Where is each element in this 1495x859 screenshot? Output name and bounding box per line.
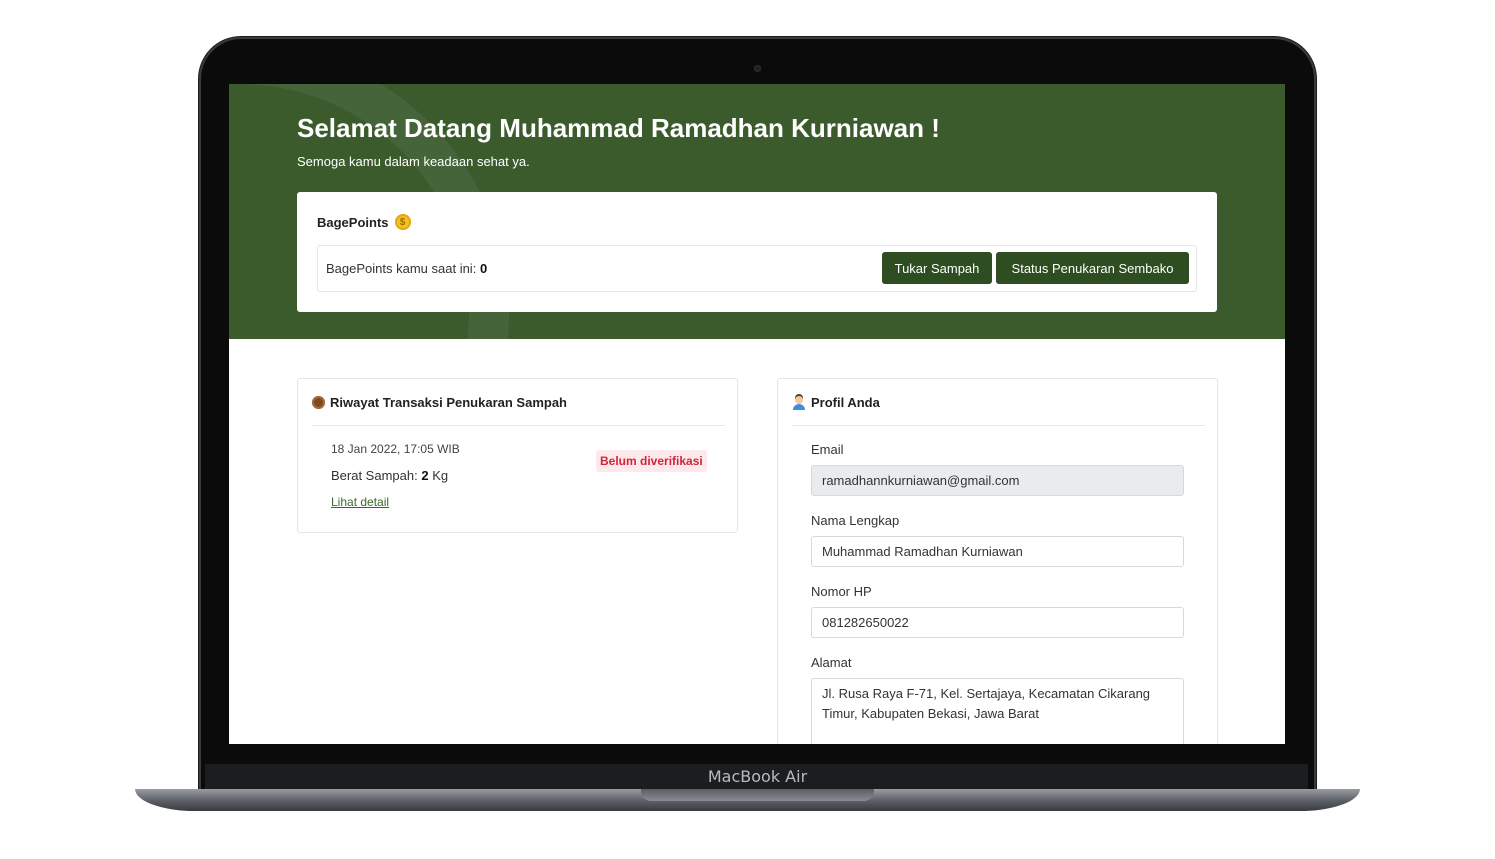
lihat-detail-link[interactable]: Lihat detail [331, 495, 389, 509]
profil-heading: Profil Anda [792, 395, 880, 410]
device-label: MacBook Air [707, 767, 808, 786]
weight-label: Berat Sampah: [331, 468, 418, 483]
divider [792, 425, 1205, 426]
points-balance: BagePoints kamu saat ini: 0 [326, 261, 487, 276]
profil-title: Profil Anda [811, 395, 880, 410]
riwayat-title: Riwayat Transaksi Penukaran Sampah [330, 395, 567, 410]
status-penukaran-button[interactable]: Status Penukaran Sembako [996, 252, 1189, 284]
page-subtitle: Semoga kamu dalam keadaan sehat ya. [297, 154, 530, 169]
status-badge: Belum diverifikasi [596, 450, 707, 472]
hero-banner: Selamat Datang Muhammad Ramadhan Kurniaw… [229, 84, 1285, 339]
email-field[interactable]: ramadhannkurniawan@gmail.com [811, 465, 1184, 496]
clock-icon [312, 396, 325, 409]
points-heading: BagePoints $ [317, 214, 411, 230]
coin-icon: $ [394, 214, 411, 230]
transaction-date: 18 Jan 2022, 17:05 WIB [331, 442, 460, 456]
email-label: Email [811, 442, 844, 457]
divider [312, 425, 725, 426]
profil-card: Profil Anda Email ramadhannkurniawan@gma… [777, 378, 1218, 744]
weight-unit: Kg [432, 468, 449, 483]
points-card: BagePoints $ BagePoints kamu saat ini: 0… [297, 192, 1217, 312]
riwayat-heading: Riwayat Transaksi Penukaran Sampah [312, 395, 567, 410]
laptop-notch [641, 789, 874, 801]
page-title: Selamat Datang Muhammad Ramadhan Kurniaw… [297, 113, 940, 143]
phone-label: Nomor HP [811, 584, 872, 599]
screen: Selamat Datang Muhammad Ramadhan Kurniaw… [229, 84, 1285, 744]
name-field[interactable]: Muhammad Ramadhan Kurniawan [811, 536, 1184, 567]
phone-field[interactable]: 081282650022 [811, 607, 1184, 638]
webcam-icon [754, 65, 761, 72]
riwayat-card: Riwayat Transaksi Penukaran Sampah 18 Ja… [297, 378, 738, 533]
address-field[interactable]: Jl. Rusa Raya F-71, Kel. Sertajaya, Keca… [811, 678, 1184, 744]
address-label: Alamat [811, 655, 852, 670]
points-label: BagePoints kamu saat ini: [326, 261, 477, 276]
person-icon [792, 395, 806, 410]
transaction-weight: Berat Sampah: 2 Kg [331, 468, 448, 483]
weight-value: 2 [421, 468, 429, 483]
points-value: 0 [479, 261, 488, 276]
points-row: BagePoints kamu saat ini: 0 Tukar Sampah… [317, 245, 1197, 292]
tukar-sampah-button[interactable]: Tukar Sampah [882, 252, 992, 284]
name-label: Nama Lengkap [811, 513, 900, 528]
points-title: BagePoints [317, 214, 389, 230]
